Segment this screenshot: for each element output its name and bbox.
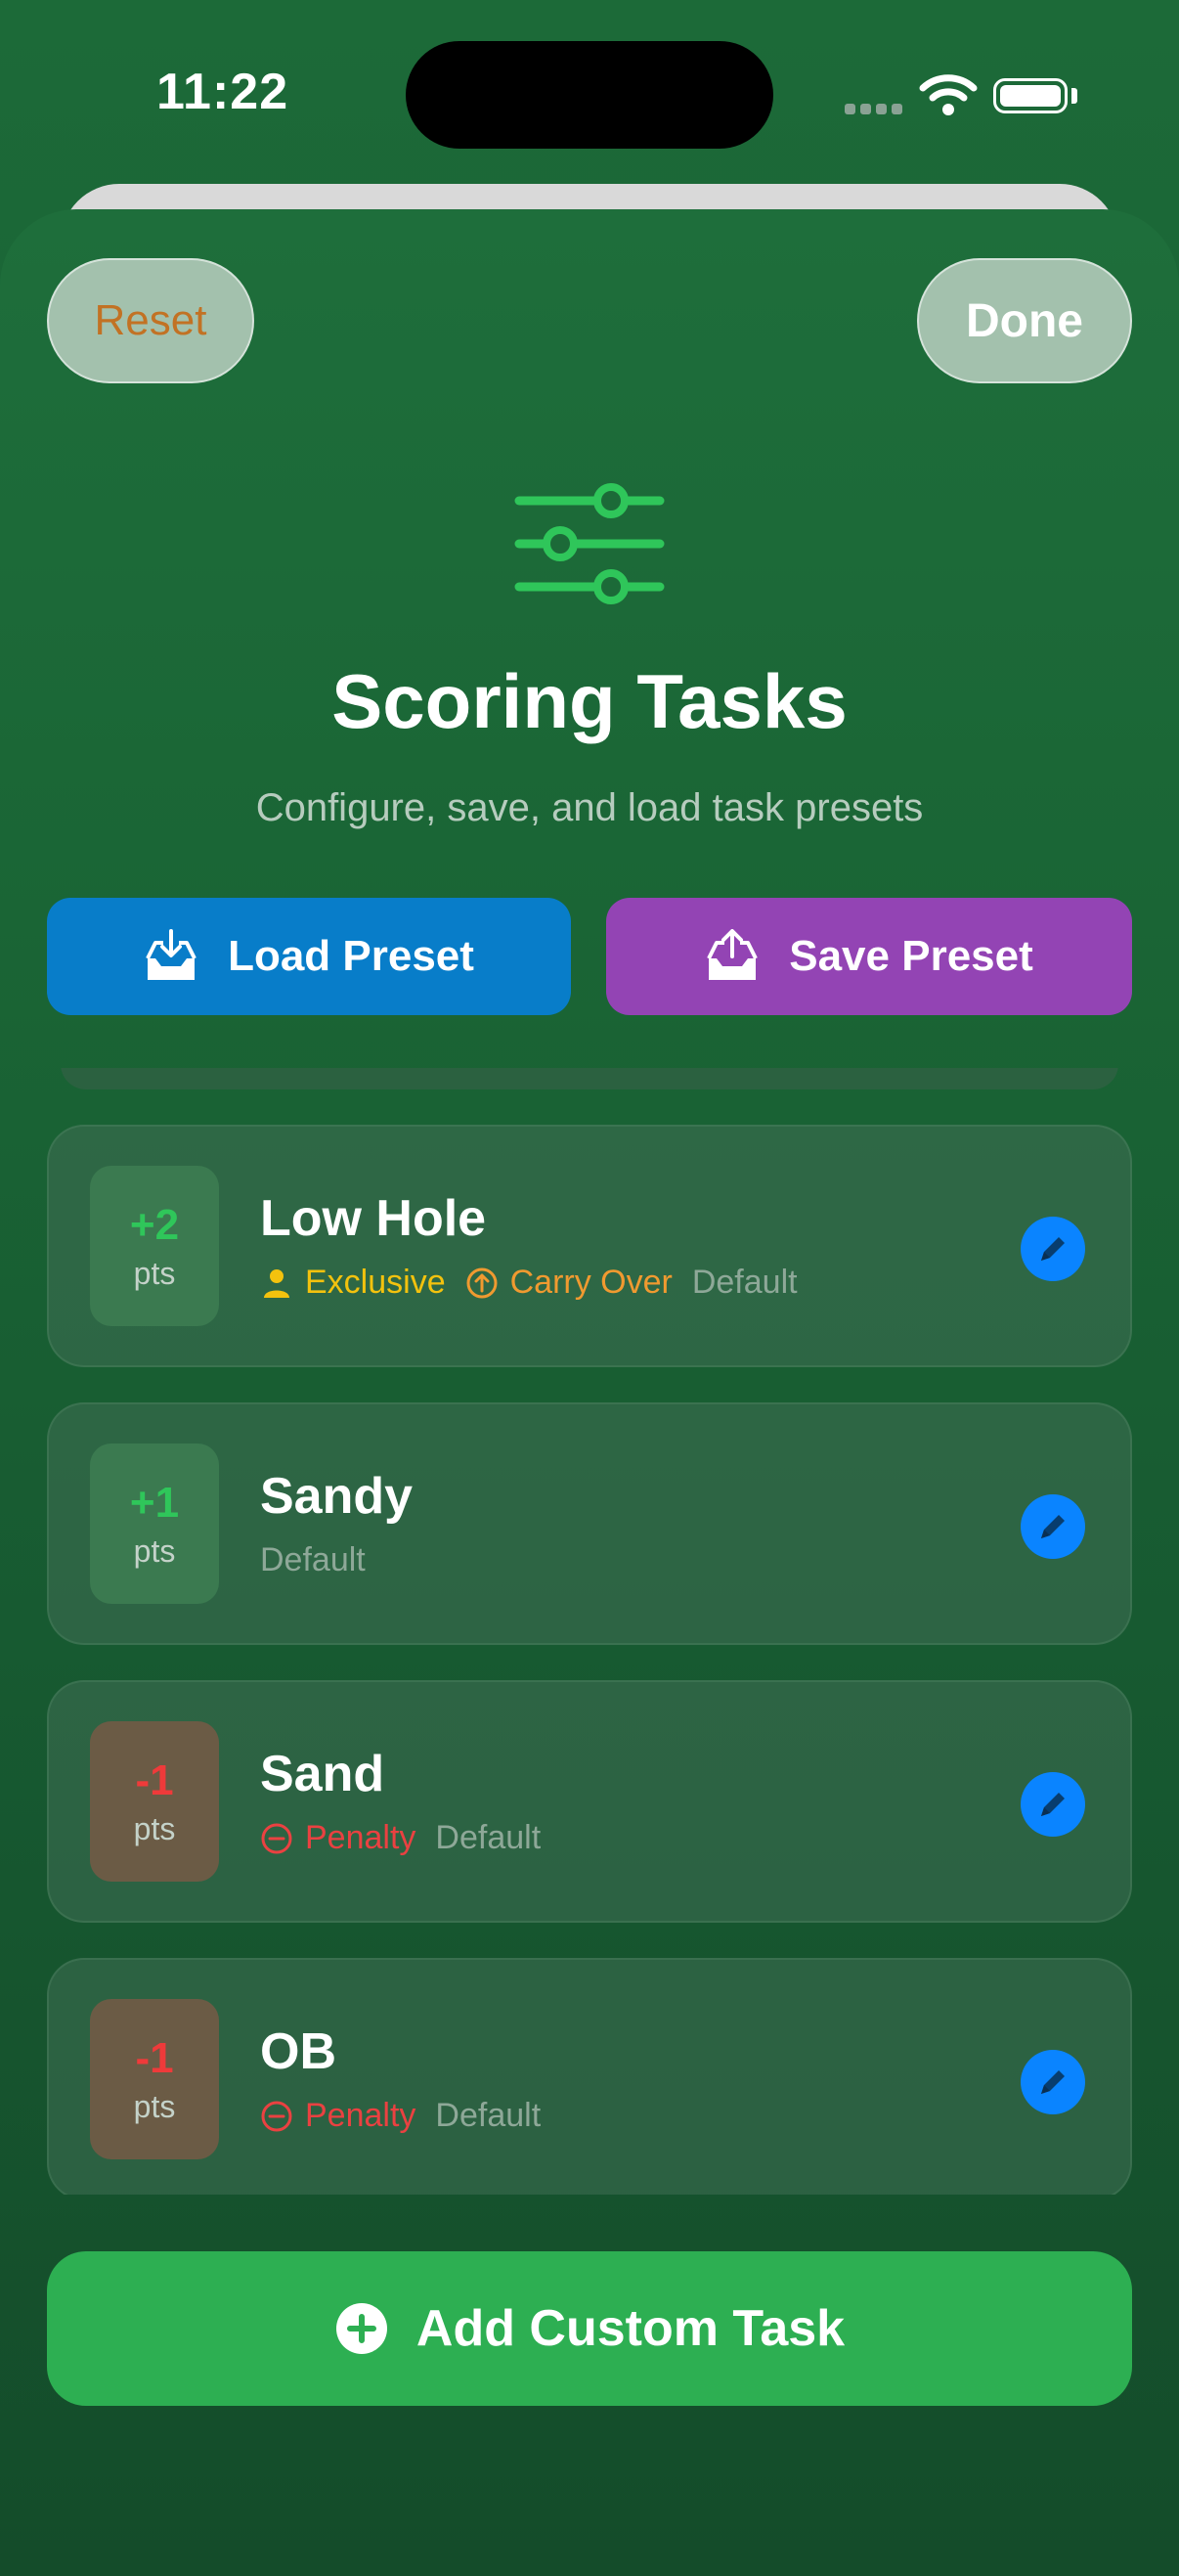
exclusive-label: Exclusive	[305, 1264, 446, 1301]
penalty-label: Penalty	[305, 2097, 416, 2134]
penalty-tag: Penalty	[260, 2097, 415, 2135]
task-name: Sand	[260, 1746, 385, 1802]
dynamic-island	[406, 41, 773, 149]
minus-circle-icon	[261, 1823, 292, 1853]
points-unit: pts	[133, 1810, 176, 1846]
points-value: -1	[135, 1755, 174, 1804]
edit-task-button[interactable]	[1021, 1217, 1085, 1281]
battery-cap	[1071, 88, 1077, 104]
edit-task-button[interactable]	[1021, 2050, 1085, 2114]
task-card-sandy[interactable]: +1 pts Sandy Default	[47, 1402, 1132, 1645]
plus-circle-icon	[335, 2303, 387, 2354]
task-name: OB	[260, 2023, 336, 2080]
carry-over-label: Carry Over	[509, 1264, 673, 1301]
points-unit: pts	[133, 2088, 176, 2124]
add-custom-task-button[interactable]: Add Custom Task	[47, 2251, 1132, 2406]
default-label: Default	[435, 1819, 542, 1856]
points-unit: pts	[133, 1532, 176, 1569]
task-card-low-hole[interactable]: +2 pts Low Hole Exclusive Carry Over Def…	[47, 1125, 1132, 1367]
reset-button[interactable]: Reset	[47, 258, 254, 383]
task-name: Low Hole	[260, 1190, 487, 1247]
points-badge: -1 pts	[90, 1721, 219, 1882]
pencil-icon	[1041, 1237, 1065, 1261]
pencil-icon	[1041, 2070, 1065, 2094]
task-card-partial	[61, 1068, 1118, 1089]
points-unit: pts	[133, 1255, 176, 1291]
tray-download-icon	[146, 929, 196, 980]
load-preset-button[interactable]: Load Preset	[47, 898, 571, 1015]
minus-circle-icon	[261, 2101, 292, 2131]
sliders-icon	[514, 483, 665, 604]
done-button[interactable]: Done	[917, 258, 1132, 383]
penalty-tag: Penalty	[260, 1819, 415, 1857]
task-tags: Penalty Default	[260, 2097, 541, 2135]
points-badge: +2 pts	[90, 1166, 219, 1326]
cellular-signal-icon	[845, 102, 907, 119]
default-label: Default	[260, 1541, 366, 1578]
add-custom-task-label: Add Custom Task	[415, 2300, 846, 2357]
save-preset-label: Save Preset	[789, 932, 1033, 980]
points-value: -1	[135, 2033, 174, 2082]
task-list[interactable]: +2 pts Low Hole Exclusive Carry Over Def…	[0, 1068, 1179, 2195]
points-badge: -1 pts	[90, 1999, 219, 2159]
task-card-sand[interactable]: -1 pts Sand Penalty Default	[47, 1680, 1132, 1923]
edit-task-button[interactable]	[1021, 1772, 1085, 1837]
default-label: Default	[691, 1264, 798, 1301]
task-tags: Default	[260, 1541, 366, 1579]
points-value: +1	[129, 1478, 180, 1527]
save-preset-button[interactable]: Save Preset	[606, 898, 1132, 1015]
pencil-icon	[1041, 1793, 1065, 1816]
pencil-icon	[1041, 1515, 1065, 1538]
task-name: Sandy	[260, 1468, 414, 1525]
tray-upload-icon	[707, 929, 759, 980]
battery-icon	[993, 78, 1068, 113]
screen: 11:22 Reset Done Scoring Tasks Configure…	[0, 0, 1179, 2576]
points-value: +2	[129, 1200, 180, 1249]
task-tags: Exclusive Carry Over Default	[260, 1264, 798, 1302]
status-time: 11:22	[156, 64, 289, 120]
penalty-label: Penalty	[305, 1819, 416, 1856]
page-title: Scoring Tasks	[331, 658, 848, 744]
points-badge: +1 pts	[90, 1443, 219, 1604]
edit-task-button[interactable]	[1021, 1494, 1085, 1559]
task-tags: Penalty Default	[260, 1819, 541, 1857]
arrow-up-circle-icon	[466, 1267, 498, 1298]
person-icon	[264, 1268, 289, 1298]
exclusive-tag: Exclusive	[260, 1264, 446, 1302]
load-preset-label: Load Preset	[228, 932, 474, 980]
page-subtitle: Configure, save, and load task presets	[255, 786, 924, 829]
wifi-icon	[919, 74, 978, 115]
default-label: Default	[435, 2097, 542, 2134]
carry-over-tag: Carry Over	[465, 1264, 673, 1302]
task-card-ob[interactable]: -1 pts OB Penalty Default	[47, 1958, 1132, 2195]
